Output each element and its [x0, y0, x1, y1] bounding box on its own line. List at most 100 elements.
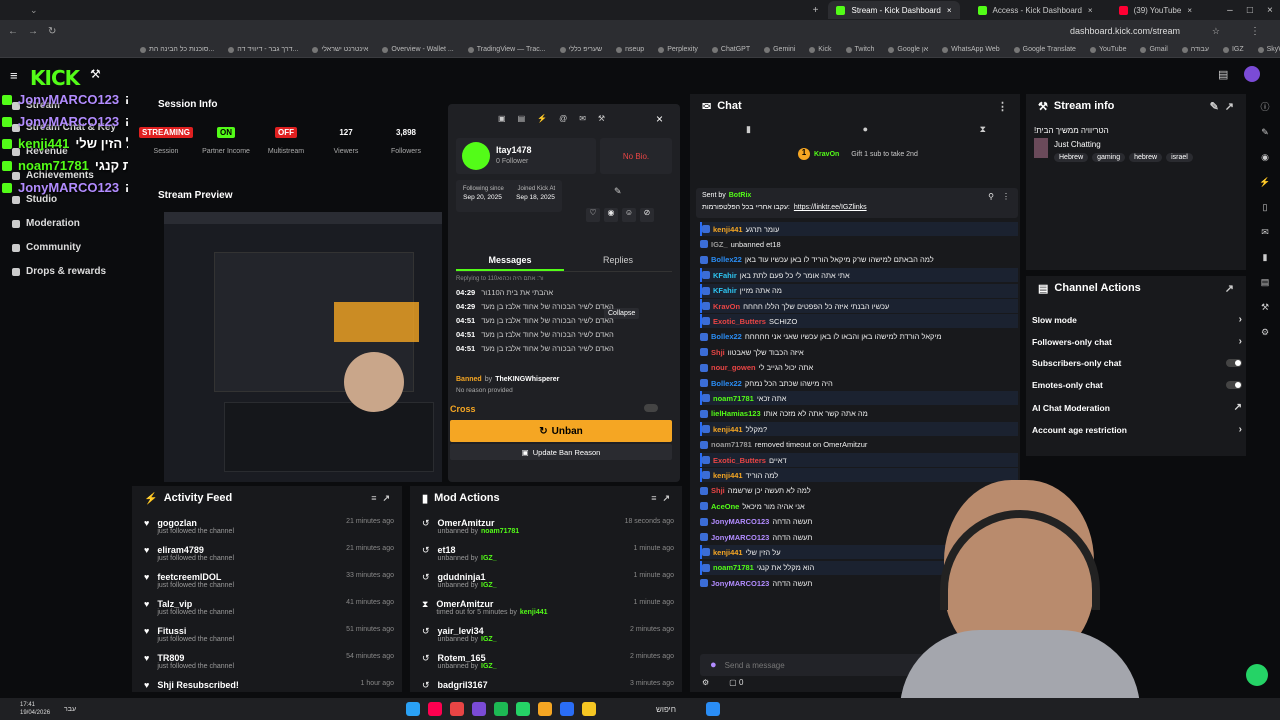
activity-username[interactable]: Fitussi — [157, 626, 234, 636]
reload-icon[interactable]: ↻ — [48, 26, 56, 37]
taskbar-search[interactable]: חיפוש — [656, 705, 676, 714]
close-tab-icon[interactable]: × — [1187, 6, 1192, 15]
pin-menu-icon[interactable]: ⋮ — [1002, 192, 1010, 201]
tab-stream-dashboard[interactable]: Stream - Kick Dashboard × — [828, 1, 960, 19]
channel-action-account-age-restriction[interactable]: Account age restriction › — [1032, 424, 1242, 435]
chat-username[interactable]: JonyMARCO123 — [711, 533, 769, 542]
whatsapp-icon[interactable] — [516, 702, 531, 716]
shield-icon[interactable]: ▮ — [1263, 252, 1268, 263]
back-icon[interactable]: ← — [8, 26, 18, 37]
tag-chip[interactable]: Hebrew — [1054, 153, 1089, 162]
bookmark-item[interactable]: Perplexity — [658, 46, 698, 53]
bookmark-item[interactable]: IGZ — [1222, 46, 1244, 53]
hammer-icon[interactable]: ⚒ — [598, 114, 605, 123]
bubble-icon[interactable]: ● — [863, 124, 868, 135]
mod-by-username[interactable]: IGZ_ — [481, 582, 497, 589]
popout-icon[interactable]: ↗ — [382, 493, 390, 504]
mod-by-username[interactable]: kenji441 — [520, 609, 548, 616]
lightning-icon[interactable]: ⚡ — [537, 114, 547, 123]
filter-icon[interactable]: ≡ — [371, 493, 376, 503]
sidebar-item-moderation[interactable]: Moderation — [12, 218, 80, 229]
sidebar-item-community[interactable]: Community — [12, 242, 81, 253]
chat-message[interactable]: Shji איזה הכבוד שלך שאבטוו — [700, 345, 1018, 359]
edit-icon[interactable]: ✎ — [614, 186, 622, 197]
chat-message[interactable]: nour_gowen אתה יכול הגייב לי — [700, 361, 1018, 375]
bookmark-item[interactable]: דרך גבר - דיוויד דה... — [228, 46, 298, 53]
mod-by-username[interactable]: IGZ_ — [481, 555, 497, 562]
chat-username[interactable]: Exotic_Butters — [713, 317, 766, 326]
heart-icon[interactable]: ♡ — [586, 208, 600, 222]
popout-icon[interactable]: ↗ — [662, 493, 670, 504]
doc-icon[interactable]: ▯ — [1263, 202, 1268, 213]
language-indicator[interactable]: עבר — [64, 706, 76, 713]
chat-menu-icon[interactable]: ⋮ — [997, 100, 1008, 113]
mod-target-username[interactable]: yair_levi34 — [438, 626, 497, 636]
ban-icon[interactable]: ⊘ — [640, 208, 654, 222]
activity-username[interactable]: feetcreemIDOL — [157, 572, 234, 582]
activity-username[interactable]: eliram4789 — [157, 545, 234, 555]
eye-icon[interactable]: ◉ — [604, 208, 618, 222]
folder-icon[interactable] — [582, 702, 597, 716]
lightning-icon[interactable]: ⚡ — [1259, 177, 1270, 188]
tag-chip[interactable]: israel — [1166, 153, 1193, 162]
chat-username[interactable]: kenji441 — [713, 225, 743, 234]
sidebar-item-drops-rewards[interactable]: Drops & rewards — [12, 266, 106, 277]
bookmark-item[interactable]: עבודה — [1181, 46, 1209, 53]
mod-by-username[interactable]: IGZ_ — [481, 663, 497, 670]
close-icon[interactable]: × — [656, 112, 663, 126]
settings-icon[interactable]: ⚙ — [702, 678, 709, 687]
kick-logo[interactable]: KICK — [30, 66, 80, 90]
users-icon[interactable]: ☺ — [622, 208, 636, 222]
bookmark-item[interactable]: אינטרנט ישראלי — [312, 46, 368, 53]
activity-username[interactable]: Shji Resubscribed! — [157, 680, 239, 690]
activity-username[interactable]: gogozlan — [157, 518, 234, 528]
chrome-icon[interactable] — [538, 702, 553, 716]
stream-preview-video[interactable] — [164, 212, 442, 482]
bookmark-item[interactable]: Google Translate — [1013, 46, 1076, 53]
app-icon[interactable] — [450, 702, 465, 716]
channel-action-emotes-only-chat[interactable]: Emotes-only chat — [1032, 380, 1242, 390]
channel-action-slow-mode[interactable]: Slow mode › — [1032, 314, 1242, 325]
chat-username[interactable]: Shji — [711, 348, 725, 357]
chat-message[interactable]: KravOn עכשיו הבנתי איזה כל הפפטים שלך הלל… — [700, 299, 1018, 313]
discord-icon[interactable] — [472, 702, 487, 716]
mod-target-username[interactable]: OmerAmitzur — [438, 518, 520, 528]
bookmark-item[interactable]: Google אן — [888, 46, 928, 53]
chat-username[interactable]: noam71781 — [711, 440, 752, 449]
mod-target-username[interactable]: et18 — [438, 545, 497, 555]
tab-search-icon[interactable]: ⌄ — [30, 5, 38, 16]
chat-message[interactable]: Bollex22 היה מישהו שכתב הכל נמחק — [700, 376, 1018, 390]
bookmark-item[interactable]: SkyWay Tours — [1257, 46, 1280, 53]
whatsapp-float-icon[interactable] — [1246, 664, 1268, 686]
chat-message[interactable]: IGZ_ unbanned et18 — [700, 237, 1018, 251]
tab-youtube[interactable]: (39) YouTube × — [1111, 1, 1200, 19]
chat-icon[interactable]: ✉ — [1261, 227, 1269, 238]
close-tab-icon[interactable]: × — [1088, 6, 1093, 15]
activity-username[interactable]: TR809 — [157, 653, 234, 663]
bookmark-item[interactable]: ChatGPT — [711, 46, 750, 53]
bookmark-item[interactable]: nseup — [616, 46, 644, 53]
popout-icon[interactable]: ↗ — [1225, 100, 1234, 113]
mod-by-username[interactable]: IGZ_ — [481, 636, 497, 643]
maximize-icon[interactable]: □ — [1247, 5, 1253, 16]
chat-message[interactable]: lielHamias123 מה אתה קשר אתה לא מזכה אותו — [700, 407, 1018, 421]
chat-username[interactable]: kenji441 — [713, 425, 743, 434]
tab-replies[interactable]: Replies — [564, 250, 672, 271]
external-link-icon[interactable]: ↗ — [1234, 402, 1242, 413]
chat-message[interactable]: kenji441 מקלל? — [700, 422, 1018, 437]
avatar[interactable] — [1244, 66, 1260, 82]
bookmark-item[interactable]: שעריפ כללי — [559, 46, 602, 53]
chat-username[interactable]: kenji441 — [713, 548, 743, 557]
channel-action-followers-only-chat[interactable]: Followers-only chat › — [1032, 336, 1242, 347]
trash-icon[interactable]: ▮ — [746, 124, 751, 135]
chat-message[interactable]: noam71781 אתה זכאי — [700, 391, 1018, 406]
forward-icon[interactable]: → — [28, 26, 38, 37]
menu-dots-icon[interactable]: ⋮ — [1250, 26, 1260, 37]
chat-username[interactable]: nour_gowen — [711, 363, 756, 372]
mod-target-username[interactable]: OmerAmitzur — [436, 599, 547, 609]
unban-button[interactable]: ↻ Unban — [450, 420, 672, 442]
bookmark-item[interactable]: Gmail — [1140, 46, 1168, 53]
chat-username[interactable]: Bollex22 — [711, 379, 742, 388]
new-tab-button[interactable]: + — [813, 5, 819, 16]
copy-icon[interactable]: ▣ — [498, 114, 506, 123]
